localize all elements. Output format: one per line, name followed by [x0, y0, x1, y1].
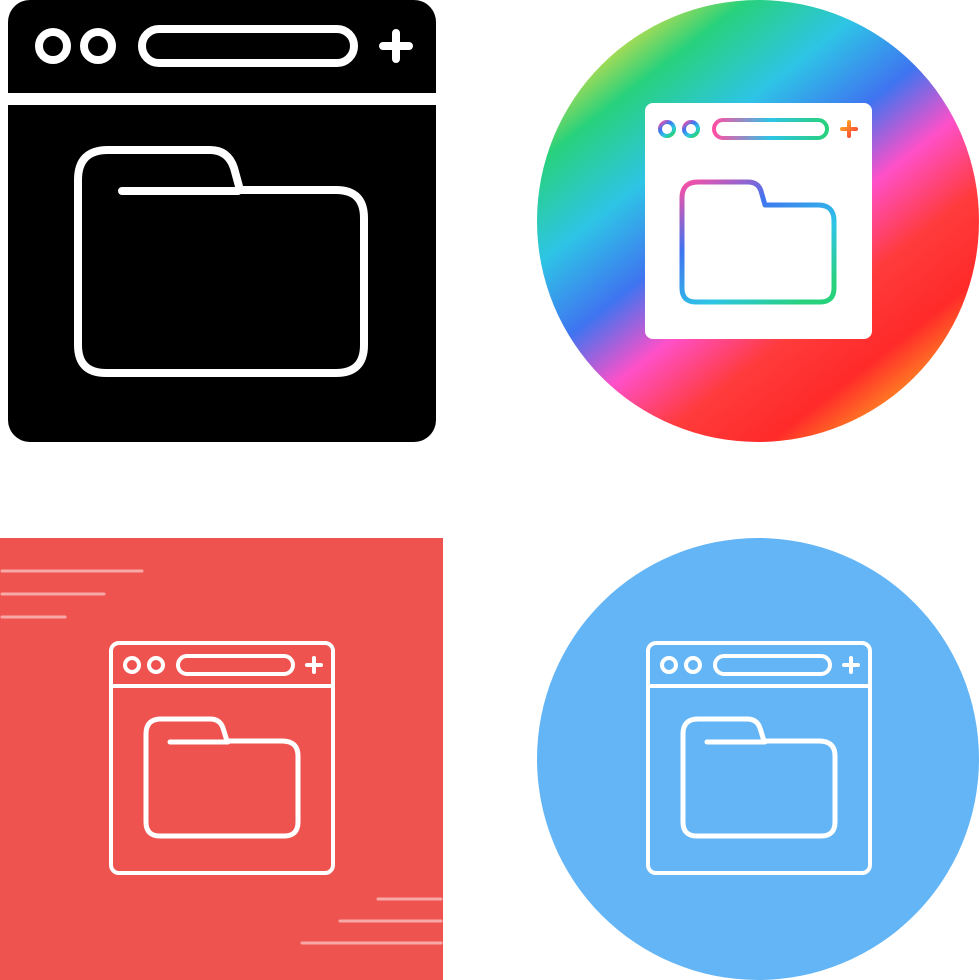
- icon-set-canvas: [0, 0, 980, 980]
- browser-folder-blue-circle-icon: [537, 538, 979, 980]
- blue-circle-background: [537, 538, 979, 980]
- red-square-background: [0, 538, 443, 980]
- browser-folder-gradient-icon: [537, 0, 979, 442]
- icon-set-svg: [0, 0, 979, 980]
- browser-folder-red-square-icon: [0, 538, 443, 980]
- browser-folder-glyph-icon: [8, 0, 436, 442]
- title-bar-divider: [8, 93, 436, 105]
